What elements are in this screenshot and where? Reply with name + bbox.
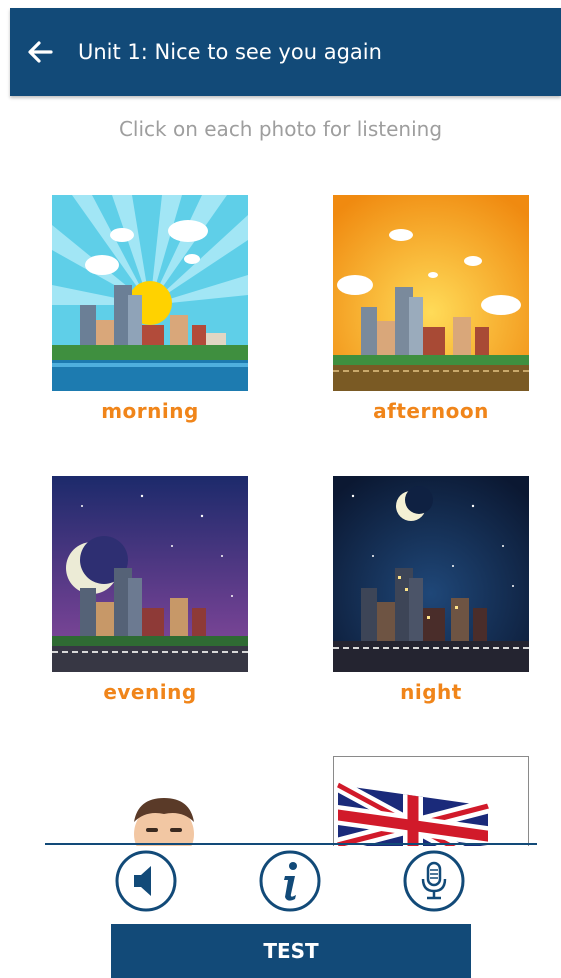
- uk-flag-image[interactable]: [333, 756, 529, 846]
- evening-label: evening: [103, 680, 197, 704]
- card-morning[interactable]: morning: [52, 195, 248, 423]
- info-button[interactable]: [258, 849, 322, 913]
- test-button[interactable]: TEST: [111, 924, 471, 978]
- evening-photo[interactable]: [52, 476, 248, 672]
- card-afternoon[interactable]: afternoon: [333, 195, 529, 423]
- back-button[interactable]: [10, 8, 70, 96]
- morning-photo[interactable]: [52, 195, 248, 391]
- card-night[interactable]: night: [333, 476, 529, 704]
- app-bar: Unit 1: Nice to see you again: [10, 8, 561, 96]
- info-icon: [259, 850, 321, 912]
- night-photo[interactable]: [333, 476, 529, 672]
- card-evening[interactable]: evening: [52, 476, 248, 704]
- speaker-button[interactable]: [114, 849, 178, 913]
- afternoon-label: afternoon: [373, 399, 489, 423]
- microphone-button[interactable]: [402, 849, 466, 913]
- afternoon-photo[interactable]: [333, 195, 529, 391]
- microphone-icon: [403, 850, 465, 912]
- night-label: night: [400, 680, 462, 704]
- bottom-divider: [45, 843, 537, 845]
- morning-label: morning: [101, 399, 199, 423]
- speaker-icon: [115, 850, 177, 912]
- page-title: Unit 1: Nice to see you again: [78, 40, 382, 64]
- instruction-text: Click on each photo for listening: [118, 117, 443, 141]
- boy-illustration[interactable]: [124, 794, 204, 846]
- arrow-left-icon: [28, 41, 53, 63]
